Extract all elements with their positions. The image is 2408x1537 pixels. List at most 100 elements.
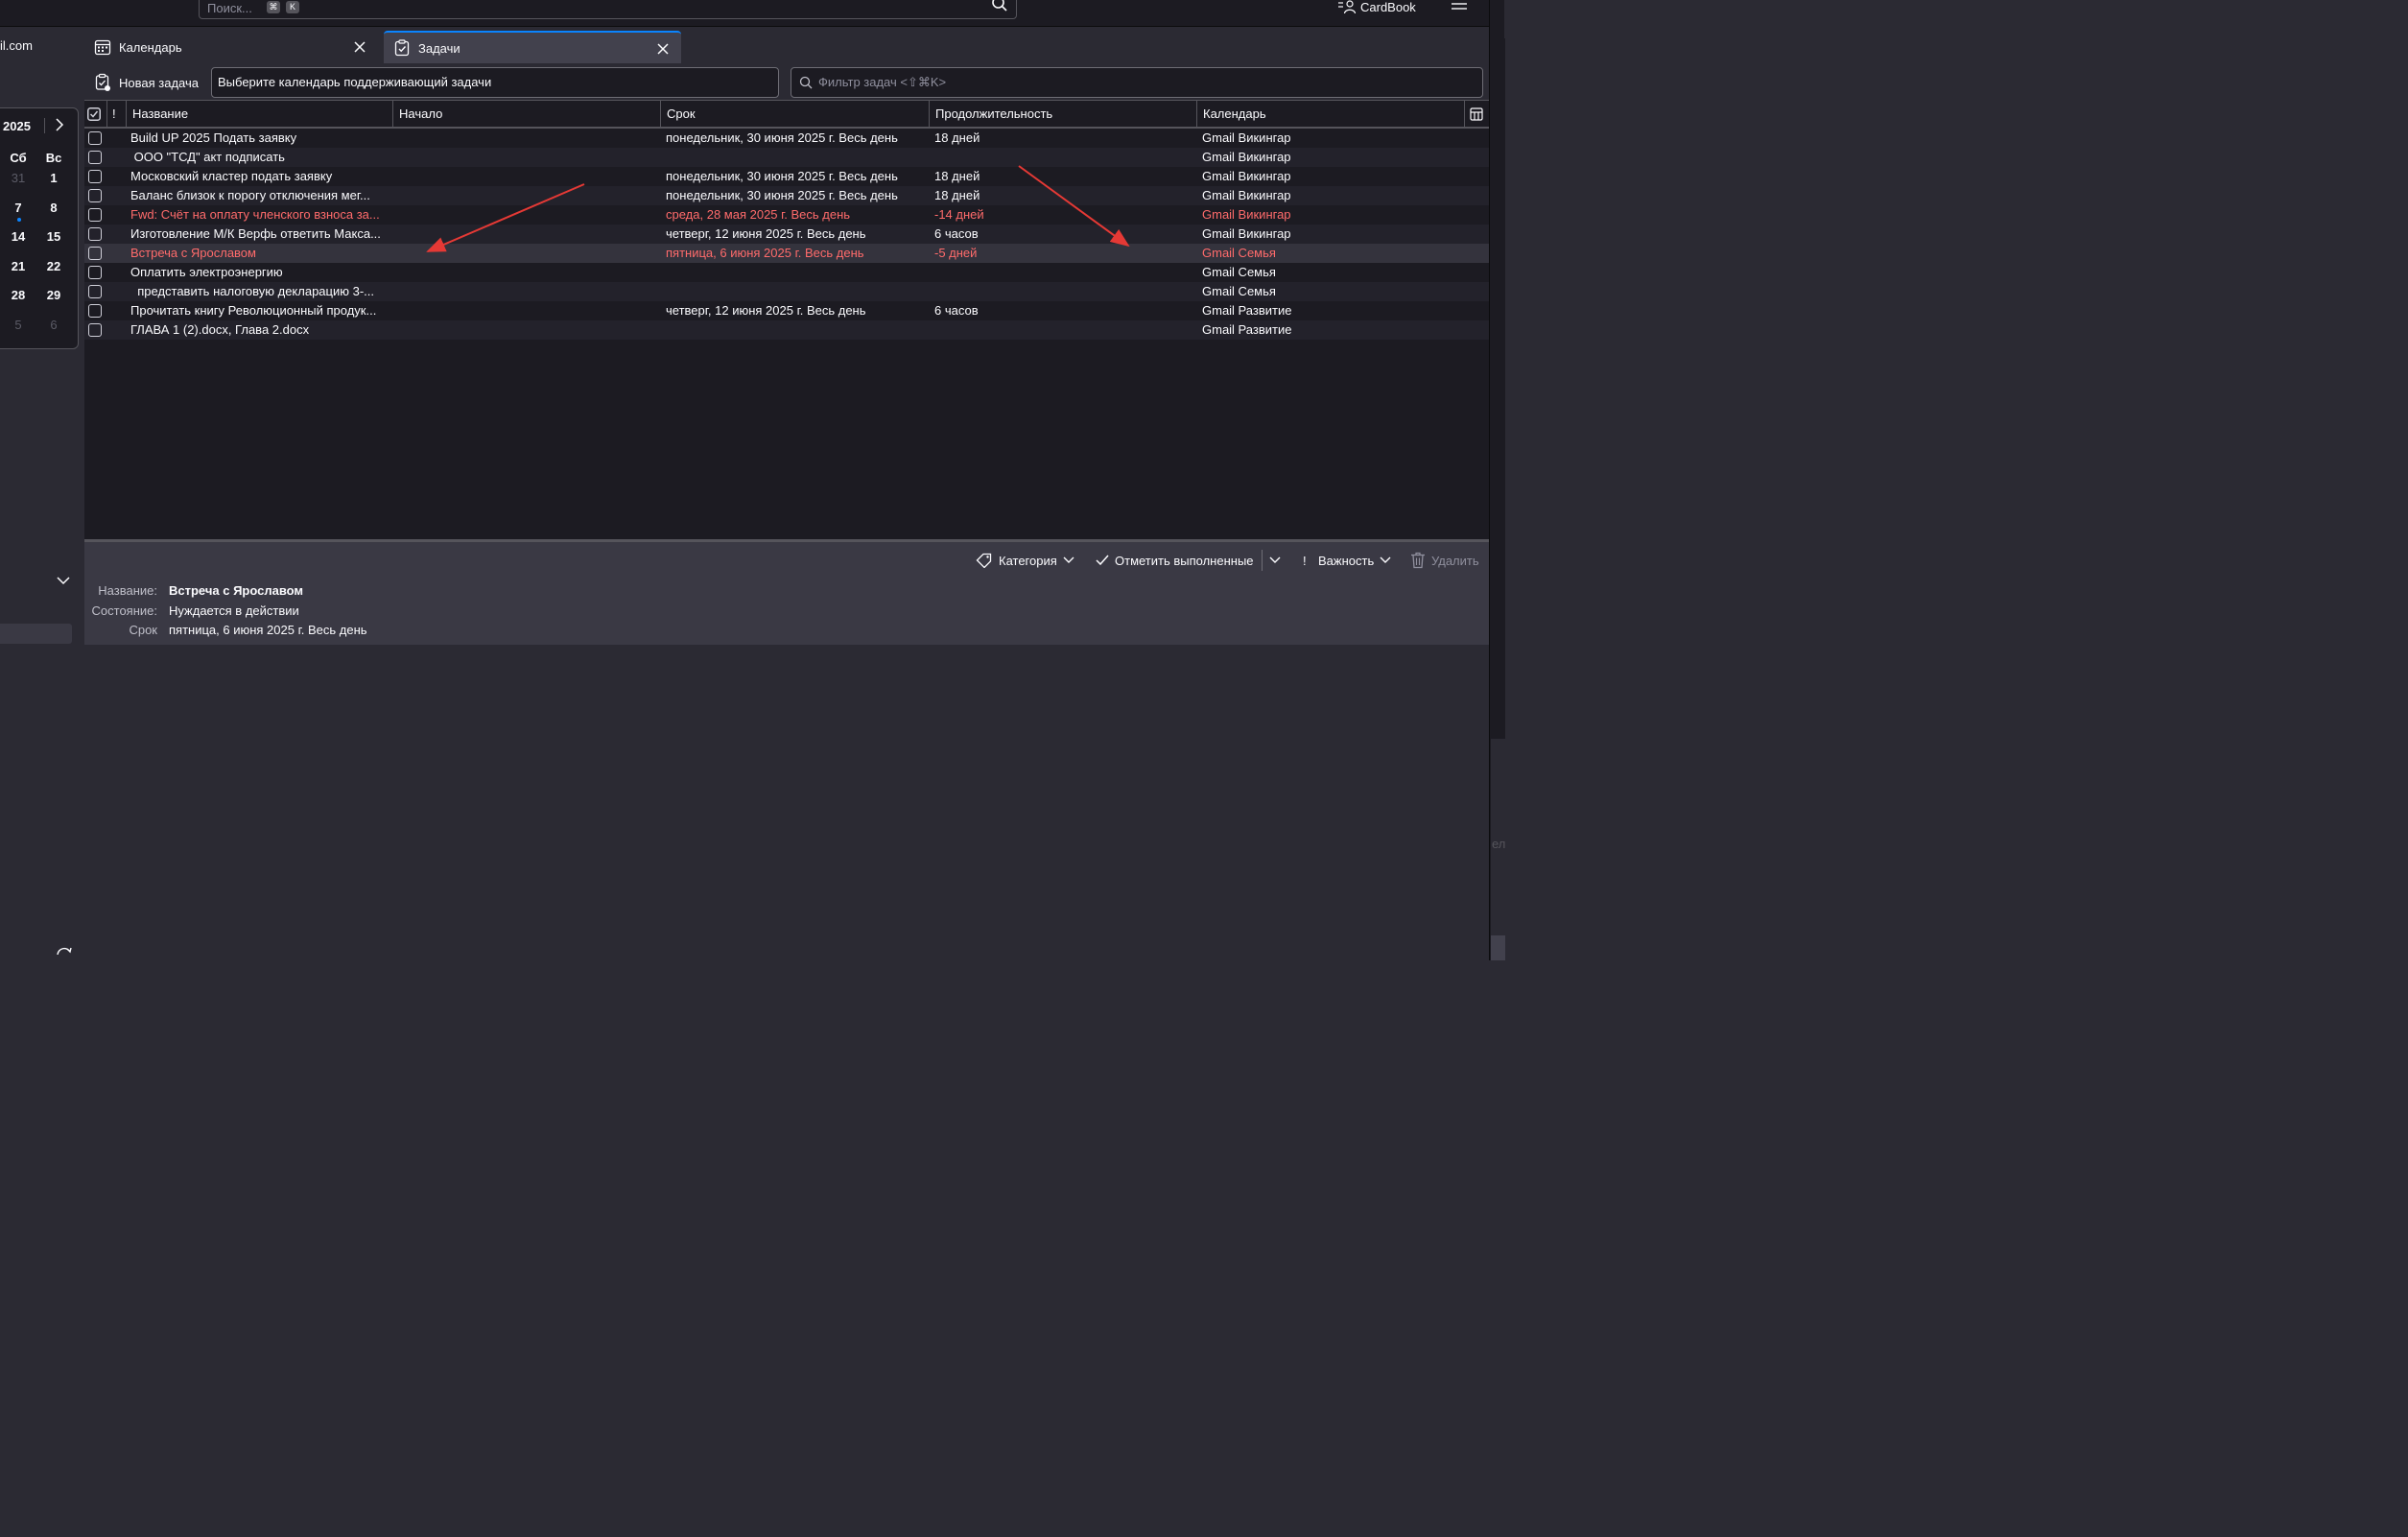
day-cell[interactable]: 1 (39, 171, 68, 185)
column-due[interactable]: Срок (661, 101, 930, 128)
task-filter-input[interactable]: Фильтр задач <⇧⌘K> (791, 67, 1483, 98)
day-cell[interactable]: 14 (4, 229, 33, 244)
mark-completed-label: Отметить выполненные (1115, 553, 1254, 568)
task-duration (934, 282, 1193, 301)
priority-label: Важность (1318, 553, 1375, 568)
global-search-input[interactable]: Поиск... ⌘ K (199, 0, 1017, 19)
task-checkbox[interactable] (88, 266, 102, 279)
mark-completed-dropdown[interactable] (1269, 550, 1281, 571)
shortcut-key-k: K (286, 1, 299, 13)
column-calendar[interactable]: Календарь (1197, 101, 1465, 128)
task-calendar: Gmail Викингар (1202, 150, 1291, 164)
tab-calendar[interactable]: Календарь (84, 31, 378, 63)
task-checkbox[interactable] (88, 151, 102, 164)
chevron-down-icon[interactable] (57, 576, 70, 585)
delete-button[interactable]: Удалить (1410, 550, 1479, 571)
task-row[interactable]: Московский кластер подать заявку понедел… (84, 167, 1489, 186)
scrollbar-track[interactable] (1492, 38, 1505, 739)
task-title: Прочитать книгу Революционный продук... (130, 303, 377, 318)
column-title[interactable]: Название (127, 101, 393, 128)
select-all-checkbox-icon[interactable] (87, 107, 101, 121)
new-task-icon (95, 73, 110, 91)
column-duration[interactable]: Продолжительность (930, 101, 1197, 128)
day-cell-today[interactable]: 7 (4, 201, 33, 215)
column-picker-icon[interactable] (1470, 107, 1483, 121)
task-title: Fwd: Счёт на оплату членского взноса за.… (130, 207, 380, 222)
task-row-selected[interactable]: Встреча с Ярославом пятница, 6 июня 2025… (84, 244, 1489, 263)
task-row[interactable]: Оплатить электроэнергию Gmail Семья (84, 263, 1489, 282)
task-row[interactable]: Баланс близок к порогу отключения мег...… (84, 186, 1489, 205)
task-title: ООО "ТСД" акт подписать (130, 150, 285, 164)
priority-icon: ! (1303, 553, 1307, 568)
app-menu-icon[interactable] (1451, 3, 1468, 14)
task-row[interactable]: ГЛАВА 1 (2).docx, Глава 2.docx Gmail Раз… (84, 320, 1489, 340)
task-due: четверг, 12 июня 2025 г. Весь день (666, 303, 866, 318)
task-checkbox[interactable] (88, 208, 102, 222)
adjacent-panel-footer (1491, 935, 1505, 960)
task-checkbox[interactable] (88, 170, 102, 183)
today-marker (17, 218, 21, 222)
day-cell[interactable]: 31 (4, 171, 33, 185)
task-clipboard-icon (394, 39, 410, 57)
task-row[interactable]: Изготовление М/К Верфь ответить Макса...… (84, 225, 1489, 244)
day-cell[interactable]: 5 (4, 318, 33, 332)
task-due: понедельник, 30 июня 2025 г. Весь день (666, 130, 898, 145)
task-checkbox[interactable] (88, 131, 102, 145)
task-checkbox[interactable] (88, 247, 102, 260)
shortcut-key-cmd: ⌘ (267, 1, 280, 13)
task-row[interactable]: ООО "ТСД" акт подписать Gmail Викингар (84, 148, 1489, 167)
task-due: четверг, 12 июня 2025 г. Весь день (666, 226, 866, 241)
task-checkbox[interactable] (88, 227, 102, 241)
tab-tasks[interactable]: Задачи (384, 31, 681, 63)
task-checkbox[interactable] (88, 323, 102, 337)
chevron-right-icon[interactable] (54, 118, 65, 131)
task-due: пятница, 6 июня 2025 г. Весь день (666, 246, 864, 260)
day-cell[interactable]: 6 (39, 318, 68, 332)
day-cell[interactable]: 22 (39, 259, 68, 273)
empty-area (84, 645, 1489, 960)
new-task-button[interactable]: Новая задача (94, 73, 199, 92)
calendar-select[interactable]: Выберите календарь поддерживающий задачи (211, 67, 779, 98)
cardbook-button[interactable]: CardBook (1337, 0, 1416, 15)
day-cell[interactable]: 15 (39, 229, 68, 244)
tasks-toolbar: Новая задача Выберите календарь поддержи… (84, 65, 1489, 100)
task-checkbox[interactable] (88, 189, 102, 202)
task-due (666, 263, 925, 282)
close-icon[interactable] (353, 40, 366, 54)
tab-mail-fragment[interactable]: il.com (0, 38, 33, 53)
mark-completed-button[interactable]: Отметить выполненные (1096, 550, 1254, 571)
day-cell[interactable]: 8 (39, 201, 68, 215)
task-checkbox[interactable] (88, 304, 102, 318)
column-picker[interactable] (1465, 101, 1489, 128)
priority-button[interactable]: ! Важность (1303, 550, 1391, 571)
search-placeholder: Поиск... (207, 1, 252, 15)
new-task-label: Новая задача (119, 75, 199, 90)
contact-list-icon (1338, 0, 1357, 14)
category-button[interactable]: Категория (976, 550, 1074, 571)
calendar-icon (94, 39, 111, 56)
sync-icon[interactable] (55, 946, 74, 961)
close-icon[interactable] (656, 42, 670, 56)
divider (1262, 550, 1263, 571)
task-duration: 18 дней (934, 130, 980, 145)
day-cell[interactable]: 29 (39, 288, 68, 302)
weekday-sun: Вс (45, 151, 62, 165)
column-select-all[interactable] (84, 101, 107, 128)
category-label: Категория (999, 553, 1057, 568)
task-checkbox[interactable] (88, 285, 102, 298)
task-row[interactable]: Прочитать книгу Революционный продук... … (84, 301, 1489, 320)
weekday-sat: Сб (10, 151, 27, 165)
adjacent-panel-text: ел (1492, 837, 1506, 851)
delete-label: Удалить (1431, 553, 1479, 568)
column-start[interactable]: Начало (393, 101, 661, 128)
day-cell[interactable]: 28 (4, 288, 33, 302)
search-icon[interactable] (991, 0, 1008, 12)
column-priority[interactable]: ! (107, 101, 127, 128)
day-cell[interactable]: 21 (4, 259, 33, 273)
task-row[interactable]: Build UP 2025 Подать заявку понедельник,… (84, 129, 1489, 148)
task-row-overdue[interactable]: Fwd: Счёт на оплату членского взноса за.… (84, 205, 1489, 225)
task-due: понедельник, 30 июня 2025 г. Весь день (666, 188, 898, 202)
search-icon (799, 76, 813, 89)
task-row[interactable]: представить налоговую декларацию 3-... G… (84, 282, 1489, 301)
sidebar-selected-item[interactable] (0, 624, 72, 644)
